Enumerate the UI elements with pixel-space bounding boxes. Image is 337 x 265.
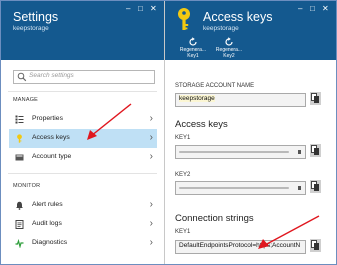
key2-field[interactable]	[175, 181, 306, 195]
settings-item-account-type[interactable]: Account type ›	[9, 148, 157, 167]
portal-window: Settings keepstorage – □ ✕ Search settin…	[0, 0, 337, 265]
properties-icon	[15, 115, 24, 124]
storage-account-name-value: keepstorage	[179, 95, 215, 102]
copy-icon	[311, 181, 319, 191]
audit-logs-icon	[15, 220, 24, 229]
settings-item-audit-logs[interactable]: Audit logs ›	[9, 215, 157, 234]
settings-item-label: Account type	[32, 153, 72, 160]
regenerate-key2-key: Key2	[223, 53, 235, 59]
section-manage: MANAGE	[13, 97, 39, 103]
key2-redacted-value	[179, 187, 289, 189]
key1-label: KEY1	[175, 135, 191, 141]
maximize-icon[interactable]: □	[138, 5, 143, 13]
copy-button[interactable]	[310, 144, 321, 157]
divider	[8, 173, 157, 174]
close-icon[interactable]: ✕	[322, 5, 329, 13]
bell-icon	[16, 201, 23, 210]
annotation-arrow	[87, 103, 132, 140]
field-cursor	[298, 186, 301, 190]
key-icon	[17, 134, 22, 143]
account-type-icon	[15, 154, 24, 161]
settings-item-label: Diagnostics	[32, 239, 68, 246]
access-keys-blade: Access keys keepstorage – □ ✕ Regenera..…	[165, 1, 336, 264]
connection-string-key1-label: KEY1	[175, 229, 191, 235]
storage-account-name-label: STORAGE ACCOUNT NAME	[175, 83, 255, 89]
settings-blade: Settings keepstorage – □ ✕ Search settin…	[1, 1, 165, 264]
settings-item-label: Properties	[32, 115, 63, 122]
regenerate-key2-label: Regenera... Key2	[212, 47, 246, 59]
regenerate-key1-label: Regenera... Key1	[176, 47, 210, 59]
section-monitor: MONITOR	[13, 183, 41, 189]
search-icon	[17, 72, 27, 82]
chevron-right-icon: ›	[149, 132, 153, 143]
chevron-right-icon: ›	[149, 151, 153, 162]
settings-item-label: Audit logs	[32, 220, 62, 227]
connection-strings-heading: Connection strings	[175, 213, 254, 224]
key2-label: KEY2	[175, 172, 191, 178]
chevron-right-icon: ›	[149, 218, 153, 229]
chevron-right-icon: ›	[149, 199, 153, 210]
access-keys-heading: Access keys	[175, 119, 228, 130]
settings-title: Settings	[13, 10, 59, 24]
refresh-icon	[225, 37, 233, 46]
search-settings-input[interactable]: Search settings	[13, 70, 155, 84]
divider	[8, 91, 157, 92]
settings-item-label: Access keys	[32, 134, 70, 141]
settings-item-diagnostics[interactable]: Diagnostics ›	[9, 234, 157, 253]
settings-item-label: Alert rules	[32, 201, 63, 208]
field-cursor	[298, 150, 301, 154]
copy-button[interactable]	[310, 92, 321, 105]
key1-field[interactable]	[175, 145, 306, 159]
access-keys-header: Access keys keepstorage – □ ✕ Regenera..…	[165, 1, 336, 60]
access-keys-title: Access keys	[203, 10, 273, 24]
access-keys-subtitle: keepstorage	[203, 25, 239, 32]
annotation-arrow	[258, 215, 320, 249]
minimize-icon[interactable]: –	[126, 5, 130, 13]
search-placeholder: Search settings	[29, 72, 74, 79]
copy-icon	[311, 145, 319, 155]
copy-icon	[311, 93, 319, 103]
refresh-icon	[189, 37, 197, 46]
settings-header: Settings keepstorage – □ ✕	[1, 1, 164, 60]
settings-subtitle: keepstorage	[13, 25, 49, 32]
key-icon	[178, 8, 190, 30]
key1-redacted-value	[179, 151, 289, 153]
regenerate-key1-key: Key1	[187, 53, 199, 59]
chevron-right-icon: ›	[149, 113, 153, 124]
storage-account-name-field[interactable]: keepstorage	[175, 93, 306, 107]
close-icon[interactable]: ✕	[150, 5, 157, 13]
settings-item-alert-rules[interactable]: Alert rules ›	[9, 196, 157, 215]
chevron-right-icon: ›	[149, 237, 153, 248]
diagnostics-icon	[15, 239, 24, 248]
minimize-icon[interactable]: –	[298, 5, 302, 13]
maximize-icon[interactable]: □	[310, 5, 315, 13]
copy-button[interactable]	[310, 180, 321, 193]
